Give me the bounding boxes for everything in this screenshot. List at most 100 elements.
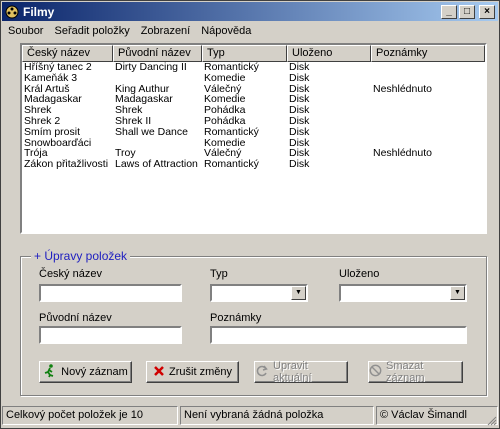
table-row[interactable]: Snowboarďáci Komedie Disk (22, 138, 485, 149)
table-cell: Troy (115, 148, 136, 160)
table-cell: Disk (289, 148, 310, 160)
update-record-label: Upravit aktuální (273, 360, 312, 384)
table-cell (371, 94, 485, 105)
delete-record-button[interactable]: Smazat záznam (368, 360, 463, 384)
delete-record-label: Smazat záznam (386, 360, 425, 384)
table-row[interactable]: Shrek 2 Shrek II Pohádka Disk (22, 116, 485, 127)
puvodni-nazev-input[interactable] (39, 326, 182, 344)
menu-napoveda[interactable]: Nápověda (195, 25, 256, 37)
table-cell: Madagaskar (24, 94, 82, 106)
table-cell (113, 73, 202, 84)
chevron-down-icon[interactable]: ▼ (291, 286, 306, 300)
table-cell: Disk (289, 72, 310, 84)
table-row[interactable]: Shrek Shrek Pohádka Disk (22, 105, 485, 116)
column-ulozeno[interactable]: Uloženo (287, 45, 371, 62)
ulozeno-label: Uloženo (339, 268, 380, 280)
table-cell: Trója (24, 148, 48, 160)
table-row[interactable]: Zákon přitažlivosti Laws of Attraction Rom… (22, 159, 485, 170)
table-row[interactable]: Král Artuš King Authur Válečný Disk Neshlédn… (22, 84, 485, 95)
running-man-icon (43, 363, 57, 381)
status-bar: Celkový počet položek je 10 Není vybraná… (2, 406, 498, 427)
table-cell: Komedie (204, 94, 246, 106)
table-cell: Kameňák 3 (24, 72, 78, 84)
table-cell (371, 116, 485, 127)
new-record-label: Nový záznam (61, 366, 128, 378)
table-cell: Shall we Dance (115, 126, 188, 138)
table-cell: Komedie (204, 72, 246, 84)
update-record-button[interactable]: Upravit aktuální (254, 360, 348, 384)
table-cell: Romantický (204, 126, 259, 138)
ulozeno-select[interactable]: ▼ (339, 284, 467, 302)
cesky-nazev-label: Český název (39, 268, 102, 280)
table-cell: Romantický (204, 62, 259, 73)
table-cell (371, 62, 485, 73)
typ-select[interactable]: ▼ (210, 284, 308, 302)
cancel-changes-button[interactable]: Zrušit změny (146, 361, 239, 383)
column-poznamky[interactable]: Poznámky (371, 45, 485, 62)
table-cell: Hříšný tanec 2 (24, 62, 92, 73)
table-cell: Král Artuš (24, 83, 70, 95)
table-cell: Válečný (204, 148, 242, 160)
table-cell: Disk (289, 105, 310, 116)
table-cell: Disk (289, 62, 310, 73)
chevron-down-icon[interactable]: ▼ (450, 286, 465, 300)
puvodni-nazev-label: Původní název (39, 312, 112, 324)
table-row[interactable]: Smím prosit Shall we Dance Romantický Disk (22, 127, 485, 138)
table-cell: Disk (289, 159, 310, 170)
poznamky-input[interactable] (210, 326, 467, 344)
table-cell: Disk (289, 137, 310, 149)
table-cell (371, 159, 485, 170)
edit-group-title: + Úpravy položek (31, 249, 131, 263)
column-cesky-nazev[interactable]: Český název (22, 45, 113, 62)
menu-bar: Soubor Seřadit položky Zobrazení Nápověd… (2, 21, 498, 40)
status-selection: Není vybraná žádná položka (180, 406, 374, 425)
new-record-button[interactable]: Nový záznam (39, 361, 132, 383)
title-bar[interactable]: Filmy _ □ × (2, 2, 498, 21)
table-cell: Disk (289, 126, 310, 138)
table-cell: Pohádka (204, 115, 246, 127)
table-cell: Shrek II (115, 115, 152, 127)
cesky-nazev-input[interactable] (39, 284, 182, 302)
menu-seradit[interactable]: Seřadit položky (48, 25, 134, 37)
app-window: Filmy _ □ × Soubor Seřadit položky Zobra… (0, 0, 500, 429)
table-cell (113, 138, 202, 149)
list-body: Hříšný tanec 2 Dirty Dancing II Romantický… (22, 62, 485, 170)
table-cell: Snowboarďáci (24, 137, 92, 149)
table-cell: Dirty Dancing II (115, 62, 187, 73)
table-cell: Zákon přitažlivosti (24, 159, 109, 170)
table-cell: Shrek 2 (24, 115, 61, 127)
list-header: Český název Původní název Typ Uloženo Po… (22, 45, 485, 62)
table-row[interactable]: Hříšný tanec 2 Dirty Dancing II Romantický… (22, 62, 485, 73)
table-cell: Válečný (204, 83, 242, 95)
table-cell: Neshlédnuto (373, 83, 432, 95)
table-row[interactable]: Kameňák 3 Komedie Disk (22, 73, 485, 84)
cancel-changes-label: Zrušit změny (169, 366, 232, 378)
column-typ[interactable]: Typ (202, 45, 287, 62)
minimize-button[interactable]: _ (441, 4, 457, 19)
menu-zobrazeni[interactable]: Zobrazení (135, 25, 196, 37)
table-cell (371, 127, 485, 138)
table-cell: King Authur (115, 83, 170, 95)
film-list[interactable]: Český název Původní název Typ Uloženo Po… (20, 43, 487, 234)
table-row[interactable]: Trója Troy Válečný Disk Neshlédnuto (22, 148, 485, 159)
table-cell: Smím prosit (24, 126, 81, 138)
table-cell: Romantický (204, 159, 259, 170)
column-puvodni-nazev[interactable]: Původní název (113, 45, 202, 62)
resize-grip-icon[interactable] (485, 414, 497, 426)
close-button[interactable]: × (479, 4, 495, 19)
table-row[interactable]: Madagaskar Madagaskar Komedie Disk (22, 94, 485, 105)
typ-label: Typ (210, 268, 228, 280)
table-cell: Shrek (115, 105, 143, 116)
table-cell: Shrek (24, 105, 52, 116)
red-x-icon (153, 365, 165, 380)
table-cell (371, 138, 485, 149)
maximize-button[interactable]: □ (459, 4, 475, 19)
menu-soubor[interactable]: Soubor (2, 25, 48, 37)
poznamky-label: Poznámky (210, 312, 262, 324)
table-cell: Neshlédnuto (373, 148, 432, 160)
status-count: Celkový počet položek je 10 (2, 406, 178, 425)
table-cell: Disk (289, 115, 310, 127)
table-cell: Disk (289, 83, 310, 95)
window-title: Filmy (23, 4, 55, 19)
table-cell (371, 73, 485, 84)
